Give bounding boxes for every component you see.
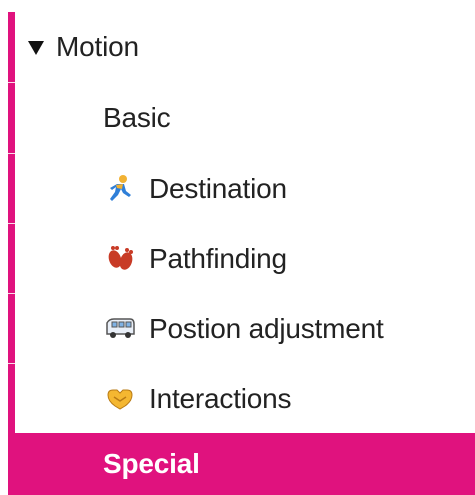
tree-item-destination[interactable]: Destination bbox=[8, 154, 475, 224]
tree-item-label: Pathfinding bbox=[149, 243, 287, 274]
expand-triangle-icon[interactable] bbox=[28, 41, 44, 55]
handshake-icon bbox=[103, 382, 137, 416]
section-label: Motion bbox=[56, 31, 139, 62]
tree-item-label: Interactions bbox=[149, 383, 292, 414]
tree-item-label: Special bbox=[103, 448, 200, 479]
minibus-icon bbox=[103, 312, 137, 346]
tree-item-interactions[interactable]: Interactions bbox=[8, 364, 475, 434]
tree-item-special[interactable]: Special bbox=[8, 433, 475, 495]
tree-item-position-adjustment[interactable]: Postion adjustment bbox=[8, 294, 475, 364]
running-person-icon bbox=[103, 172, 137, 206]
tree-item-pathfinding[interactable]: Pathfinding bbox=[8, 224, 475, 294]
tree-item-basic[interactable]: Basic bbox=[8, 83, 475, 153]
tree-item-label: Destination bbox=[149, 173, 287, 204]
tree-item-label: Postion adjustment bbox=[149, 313, 384, 344]
tree-item-label: Basic bbox=[103, 102, 171, 133]
motion-tree-panel: Motion Basic Destination Pathfinding Pos… bbox=[0, 0, 475, 495]
section-header-motion[interactable]: Motion bbox=[8, 12, 475, 82]
footprints-icon bbox=[103, 242, 137, 276]
